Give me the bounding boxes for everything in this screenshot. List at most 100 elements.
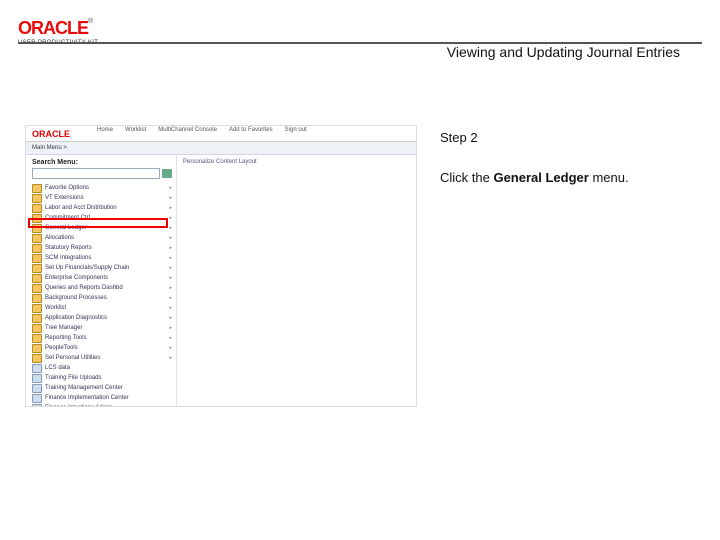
menu-item-general-ledger[interactable]: General Ledger▸: [32, 223, 172, 233]
menu-item-set-up-financials-supply-chain[interactable]: Set Up Financials/Supply Chain ▸: [32, 263, 172, 273]
instruction-panel: Step 2 Click the General Ledger menu.: [440, 130, 698, 187]
folder-icon: [32, 194, 42, 203]
ss-content: Personalize Content Layout: [177, 155, 416, 407]
instr-bold: General Ledger: [493, 170, 588, 185]
document-icon: [32, 404, 42, 408]
menu-item-training-management-center[interactable]: Training Management Center: [32, 383, 172, 393]
menu-item-enterprise-components[interactable]: Enterprise Components ▸: [32, 273, 172, 283]
nav-worklist[interactable]: Worklist: [125, 127, 146, 133]
nav-home[interactable]: Home: [97, 127, 113, 133]
menu-item-application-diagnostics[interactable]: Application Diagnostics ▸: [32, 313, 172, 323]
menu-item-label: PeopleTools: [45, 343, 78, 353]
chevron-right-icon: ▸: [169, 233, 172, 243]
menu-item-statutory-reports[interactable]: Statutory Reports▸: [32, 243, 172, 253]
ss-topbar: ORACLE HomeWorklistMultiChannel ConsoleA…: [26, 126, 416, 142]
chevron-right-icon: ▸: [169, 273, 172, 283]
folder-icon: [32, 294, 42, 303]
chevron-right-icon: ▸: [169, 193, 172, 203]
menu-item-label: Worklist: [45, 303, 66, 313]
menu-item-label: Reporting Tools: [45, 333, 87, 343]
search-input[interactable]: [32, 168, 160, 179]
folder-icon: [32, 224, 42, 233]
page-title: Viewing and Updating Journal Entries: [447, 44, 680, 60]
folder-icon: [32, 324, 42, 333]
menu-item-label: Set Personal Utilities: [45, 353, 100, 363]
search-go-icon[interactable]: [162, 169, 172, 178]
document-icon: [32, 384, 42, 393]
folder-icon: [32, 244, 42, 253]
menu-item-label: SCM Integrations: [45, 253, 91, 263]
menu-item-label: Enterprise Components: [45, 273, 108, 283]
menu-item-label: Training Management Center: [45, 383, 123, 393]
menu-item-label: VT Extensions: [45, 193, 84, 203]
folder-icon: [32, 304, 42, 313]
menu-item-queries-and-reports-dashbd[interactable]: Queries and Reports Dashbd ▸: [32, 283, 172, 293]
chevron-right-icon: ▸: [169, 263, 172, 273]
ss-topnav: Home Worklist MultiChannel Console Add to F…: [91, 127, 416, 133]
menu-item-label: Labor and Acct Distribution: [45, 203, 117, 213]
menu-item-commitment-ctrl[interactable]: Commitment Ctrl ▸: [32, 213, 172, 223]
menu-item-background-processes[interactable]: Background Processes ▸: [32, 293, 172, 303]
menu-item-lcs-data[interactable]: LCS data: [32, 363, 172, 373]
instr-pre: Click the: [440, 170, 493, 185]
chevron-right-icon: ▸: [169, 323, 172, 333]
menu-item-vt-extensions[interactable]: VT Extensions ▸: [32, 193, 172, 203]
folder-icon: [32, 234, 42, 243]
logo-brand: ORACLE: [18, 18, 88, 38]
folder-icon: [32, 204, 42, 213]
menu-item-allocations[interactable]: Allocations ▸: [32, 233, 172, 243]
chevron-right-icon: ▸: [169, 313, 172, 323]
folder-icon: [32, 314, 42, 323]
menu-item-scm-integrations[interactable]: SCM Integrations▸: [32, 253, 172, 263]
menu-item-label: Training File Uploads: [45, 373, 101, 383]
nav-sign-out[interactable]: Sign out: [285, 127, 307, 133]
menu-item-label: Finance Intentions Admin: [45, 403, 112, 407]
folder-icon: [32, 264, 42, 273]
menu-item-training-file-uploads[interactable]: Training File Uploads: [32, 373, 172, 383]
menu-item-label: Commitment Ctrl: [45, 213, 90, 223]
step-label: Step 2: [440, 130, 698, 145]
folder-icon: [32, 284, 42, 293]
menu-item-set-personal-utilities[interactable]: Set Personal Utilities ▸: [32, 353, 172, 363]
document-icon: [32, 394, 42, 403]
chevron-right-icon: ▸: [169, 353, 172, 363]
folder-icon: [32, 274, 42, 283]
menu-item-label: Favorite Options: [45, 183, 89, 193]
menu-item-label: Finance Implementation Center: [45, 393, 129, 403]
chevron-right-icon: ▸: [169, 223, 172, 233]
menu-list: Favorite Options▸VT Extensions▸Labor and…: [32, 183, 172, 407]
menu-item-label: Background Processes: [45, 293, 107, 303]
folder-icon: [32, 354, 42, 363]
folder-icon: [32, 344, 42, 353]
menu-item-label: Allocations: [45, 233, 74, 243]
menu-item-label: Queries and Reports Dashbd: [45, 283, 123, 293]
chevron-right-icon: ▸: [169, 303, 172, 313]
chevron-right-icon: ▸: [169, 183, 172, 193]
chevron-right-icon: ▸: [169, 333, 172, 343]
menu-item-label: LCS data: [45, 363, 70, 373]
menu-item-finance-implementation-center[interactable]: Finance Implementation Center: [32, 393, 172, 403]
menu-item-favorite-options[interactable]: Favorite Options ▸: [32, 183, 172, 193]
chevron-right-icon: ▸: [169, 283, 172, 293]
menu-item-labor-and-acct-distribution[interactable]: Labor and Acct Distribution ▸: [32, 203, 172, 213]
chevron-right-icon: ▸: [169, 203, 172, 213]
menu-item-finance-intentions-admin[interactable]: Finance Intentions Admin: [32, 403, 172, 407]
ss-breadcrumb: Main Menu >: [26, 142, 416, 155]
nav-add-to-favorites[interactable]: Add to Favorites: [229, 127, 273, 133]
logo-tm: ®: [88, 18, 93, 25]
app-screenshot: ORACLE HomeWorklistMultiChannel ConsoleA…: [25, 125, 417, 407]
chevron-right-icon: ▸: [169, 343, 172, 353]
menu-item-label: Set Up Financials/Supply Chain: [45, 263, 129, 273]
document-icon: [32, 364, 42, 373]
chevron-right-icon: ▸: [169, 293, 172, 303]
ss-sidebar: Search Menu: Favorite Options▸VT Extensi…: [26, 155, 177, 407]
chevron-right-icon: ▸: [169, 213, 172, 223]
folder-icon: [32, 184, 42, 193]
menu-item-peopletools[interactable]: PeopleTools ▸: [32, 343, 172, 353]
menu-item-tree-manager[interactable]: Tree Manager▸: [32, 323, 172, 333]
menu-item-label: Application Diagnostics: [45, 313, 107, 323]
nav-multichannel-console[interactable]: MultiChannel Console: [158, 127, 217, 133]
folder-icon: [32, 214, 42, 223]
menu-item-worklist[interactable]: Worklist ▸: [32, 303, 172, 313]
menu-item-reporting-tools[interactable]: Reporting Tools ▸: [32, 333, 172, 343]
